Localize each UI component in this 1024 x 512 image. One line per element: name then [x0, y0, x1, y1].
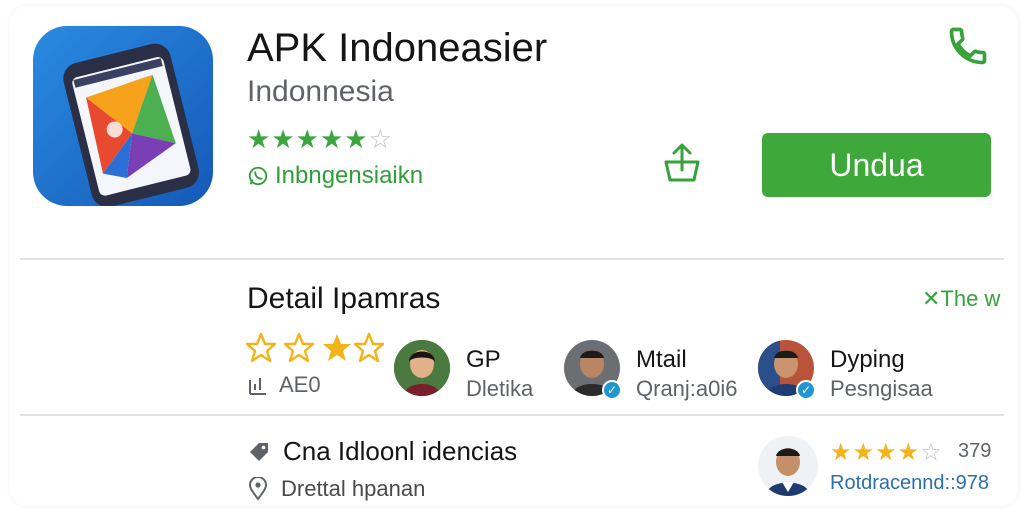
star-icon: ★ — [295, 124, 320, 154]
category-row[interactable]: Cna Idloonl idencias — [247, 436, 517, 467]
star-icon: ★ — [897, 439, 921, 466]
verified-badge-icon: ✓ — [796, 380, 816, 400]
developer-name: Inbngensiaikn — [275, 162, 424, 189]
app-icon[interactable] — [33, 26, 213, 206]
avatar[interactable] — [394, 340, 450, 396]
phone-icon — [949, 27, 987, 65]
app-rating-stars: ★★★★★☆ — [247, 124, 393, 154]
stat-row: AE0 — [247, 372, 321, 398]
details-title: Detail Ipamras — [247, 282, 441, 315]
person-subtitle: Qranj:a0i6 — [636, 376, 738, 401]
outline-rating-stars — [245, 330, 385, 366]
category-text: Cna Idloonl idencias — [283, 436, 518, 466]
tag-icon — [250, 442, 268, 461]
divider — [20, 414, 1004, 416]
person-name: Mtail — [636, 346, 687, 373]
stat-value: AE0 — [279, 372, 321, 397]
share-button[interactable] — [660, 140, 704, 186]
star-icon: ☆ — [368, 124, 393, 154]
chart-icon — [249, 378, 266, 395]
divider — [20, 258, 1004, 260]
reviewer-avatar[interactable] — [758, 436, 818, 496]
download-button[interactable]: Undua — [762, 133, 991, 197]
whatsapp-icon — [248, 166, 268, 186]
review-link[interactable]: Rotdracennd::978 — [830, 472, 989, 495]
person-subtitle: Dletika — [466, 376, 534, 401]
app-subtitle: Indonnesia — [247, 75, 394, 108]
star-icon: ★ — [852, 439, 876, 466]
see-all-link[interactable]: ✕The w — [922, 286, 1000, 312]
location-pin-icon — [248, 477, 268, 501]
star-icon: ★ — [830, 439, 853, 466]
review-stars: ★★★★☆ — [830, 438, 943, 467]
star-icon: ★ — [319, 124, 345, 154]
call-button[interactable] — [946, 24, 994, 68]
app-title: APK Indoneasier — [247, 26, 548, 70]
developer-row[interactable]: Inbngensiaikn — [247, 160, 423, 192]
star-icon: ★ — [344, 124, 369, 154]
person-name: Dyping — [830, 346, 905, 373]
verified-badge-icon: ✓ — [602, 380, 622, 400]
location-text: Drettal hpanan — [281, 476, 426, 501]
star-icon: ★ — [271, 124, 296, 154]
review-count: 379 — [958, 440, 992, 462]
person-subtitle: Pesngisaa — [830, 376, 933, 401]
star-icon: ★ — [875, 439, 898, 466]
location-row[interactable]: Drettal hpanan — [247, 476, 425, 502]
star-icon: ☆ — [920, 439, 943, 466]
person-name: GP — [466, 346, 501, 373]
share-icon — [664, 143, 700, 182]
star-icon: ★ — [247, 124, 272, 154]
